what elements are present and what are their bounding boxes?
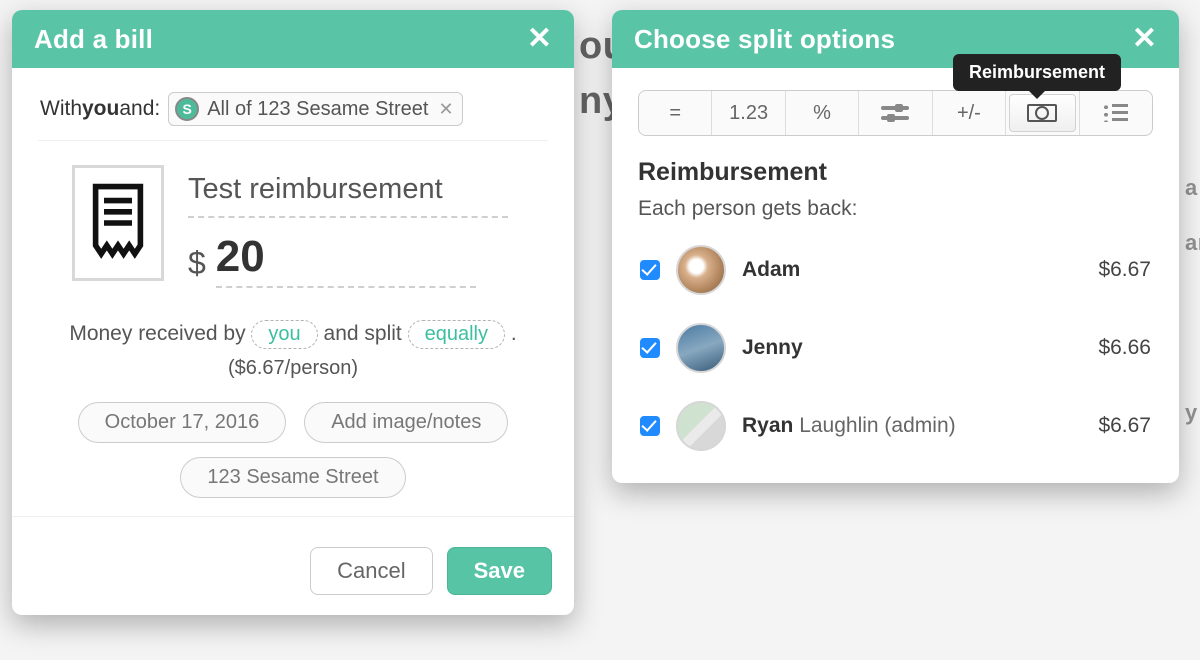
split-plusminus-button[interactable]: +/- [933, 91, 1006, 135]
avatar [676, 323, 726, 373]
split-t2: and split [324, 322, 408, 345]
person-row: Adam $6.67 [638, 231, 1153, 309]
group-chip[interactable]: S All of 123 Sesame Street ✕ [168, 92, 462, 126]
group-chip-label: All of 123 Sesame Street [207, 98, 428, 121]
split-percent-button[interactable]: % [786, 91, 859, 135]
modal-title: Choose split options [634, 24, 895, 55]
avatar [676, 245, 726, 295]
split-equal-button[interactable]: = [639, 91, 712, 135]
adjust-icon [881, 104, 909, 122]
person-amount: $6.67 [1098, 414, 1151, 438]
person-row: Jenny $6.66 [638, 309, 1153, 387]
person-checkbox[interactable] [640, 416, 660, 436]
section-title: Reimbursement [638, 158, 1153, 187]
modal-footer: Cancel Save [12, 516, 574, 615]
close-icon[interactable]: ✕ [527, 24, 552, 54]
person-name: Adam [742, 258, 1082, 282]
equal-icon: = [669, 102, 681, 125]
group-select-chip[interactable]: 123 Sesame Street [180, 457, 405, 498]
add-bill-modal: Add a bill ✕ With you and: S All of 123 … [12, 10, 574, 615]
remove-chip-icon[interactable]: ✕ [438, 99, 453, 120]
with-you: you [82, 97, 119, 121]
percent-icon: % [813, 102, 831, 125]
person-checkbox[interactable] [640, 260, 660, 280]
split-options-modal: Choose split options ✕ Reimbursement = 1… [612, 10, 1179, 483]
notes-chip[interactable]: Add image/notes [304, 402, 508, 443]
split-sentence: Money received by you and split equally … [38, 320, 548, 349]
currency-symbol: $ [188, 245, 206, 288]
close-icon[interactable]: ✕ [1132, 24, 1157, 54]
with-prefix: With [40, 97, 82, 121]
description-input[interactable] [188, 171, 508, 218]
modal-header: Add a bill ✕ [12, 10, 574, 68]
bg-text: y [1185, 400, 1198, 426]
cancel-button[interactable]: Cancel [310, 547, 432, 595]
date-chip[interactable]: October 17, 2016 [78, 402, 287, 443]
person-row: Ryan Laughlin (admin) $6.67 [638, 387, 1153, 465]
split-t3: . [511, 322, 517, 345]
person-checkbox[interactable] [640, 338, 660, 358]
save-button[interactable]: Save [447, 547, 552, 595]
split-itemize-button[interactable] [1080, 91, 1152, 135]
category-icon[interactable] [72, 165, 164, 281]
with-and: and: [119, 97, 160, 121]
per-person-label: ($6.67/person) [38, 357, 548, 380]
modal-title: Add a bill [34, 24, 153, 55]
payer-pill[interactable]: you [251, 320, 317, 349]
split-exact-button[interactable]: 1.23 [712, 91, 785, 135]
bg-text: an [1185, 230, 1200, 256]
person-amount: $6.67 [1098, 258, 1151, 282]
exact-label: 1.23 [729, 102, 768, 125]
tooltip-reimbursement: Reimbursement [953, 54, 1121, 91]
split-mode-toolbar: = 1.23 % +/- [638, 90, 1153, 136]
person-name: Jenny [742, 336, 1082, 360]
person-name: Ryan Laughlin (admin) [742, 414, 1082, 438]
person-amount: $6.66 [1098, 336, 1151, 360]
bg-text: a [1185, 175, 1198, 201]
amount-input[interactable] [216, 232, 476, 288]
cash-icon [1027, 104, 1057, 122]
list-icon [1104, 104, 1128, 122]
avatar [676, 401, 726, 451]
group-badge-icon: S [175, 97, 199, 121]
with-row: With you and: S All of 123 Sesame Street… [38, 86, 548, 141]
split-adjust-button[interactable] [859, 91, 932, 135]
split-t1: Money received by [69, 322, 251, 345]
section-subtitle: Each person gets back: [638, 197, 1153, 221]
split-method-pill[interactable]: equally [408, 320, 505, 349]
receipt-icon [90, 183, 146, 263]
plusminus-icon: +/- [957, 102, 981, 125]
